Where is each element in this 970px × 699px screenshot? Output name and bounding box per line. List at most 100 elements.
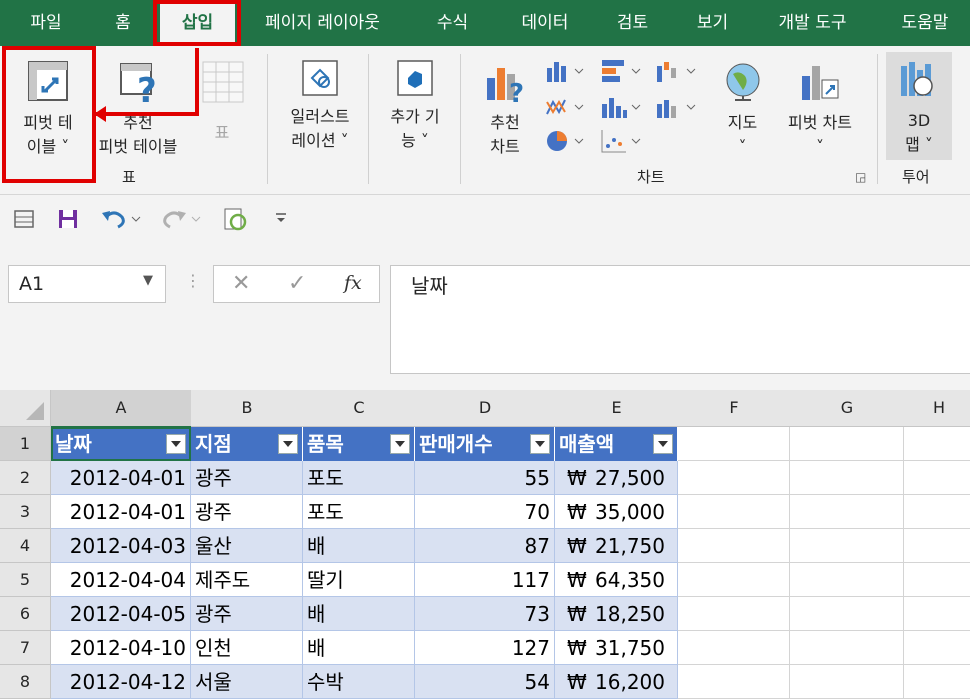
- table-cell[interactable]: ₩21,750: [555, 529, 678, 563]
- table-cell[interactable]: ₩35,000: [555, 495, 678, 529]
- table-header-cell[interactable]: 지점: [191, 427, 303, 461]
- table-cell[interactable]: 127: [415, 631, 555, 665]
- tab-developer[interactable]: 개발 도구: [755, 0, 870, 46]
- select-all-corner[interactable]: [0, 390, 51, 427]
- tab-data[interactable]: 데이터: [500, 0, 590, 46]
- recommended-charts-button[interactable]: ? 추천 차트: [470, 60, 540, 170]
- table-cell[interactable]: ₩27,500: [555, 461, 678, 495]
- column-header-g[interactable]: G: [790, 390, 905, 427]
- empty-cell[interactable]: [678, 563, 790, 597]
- table-cell[interactable]: 제주도: [191, 563, 303, 597]
- filter-dropdown-icon[interactable]: [278, 434, 298, 454]
- table-cell[interactable]: 55: [415, 461, 555, 495]
- table-cell[interactable]: ₩16,200: [555, 665, 678, 699]
- table-cell[interactable]: 딸기: [303, 563, 415, 597]
- table-cell[interactable]: 수박: [303, 665, 415, 699]
- table-cell[interactable]: 2012-04-04: [51, 563, 191, 597]
- row-header[interactable]: 2: [0, 461, 51, 495]
- table-cell[interactable]: 포도: [303, 461, 415, 495]
- worksheet-grid[interactable]: ABCDEFGH 1 날짜 지점 품목 판매개수 매출액 2 2012-04-01 광주 포도 55…: [0, 390, 970, 699]
- table-cell[interactable]: 2012-04-01: [51, 495, 191, 529]
- undo-icon[interactable]: [100, 207, 144, 231]
- empty-cell[interactable]: [678, 461, 790, 495]
- empty-cell[interactable]: [790, 427, 904, 461]
- waterfall-chart-icon[interactable]: [655, 58, 701, 84]
- column-header-e[interactable]: E: [555, 390, 679, 427]
- row-header[interactable]: 3: [0, 495, 51, 529]
- table-cell[interactable]: 54: [415, 665, 555, 699]
- table-cell[interactable]: 인천: [191, 631, 303, 665]
- empty-cell[interactable]: [790, 461, 904, 495]
- dialog-launcher-icon[interactable]: ◲: [855, 170, 866, 184]
- pivot-chart-button[interactable]: 피벗 차트 ˅: [775, 60, 865, 170]
- table-cell[interactable]: 광주: [191, 597, 303, 631]
- bar-chart-icon[interactable]: [600, 58, 646, 84]
- scatter-chart-icon[interactable]: [600, 128, 646, 154]
- tab-page-layout[interactable]: 페이지 레이아웃: [240, 0, 405, 46]
- empty-cell[interactable]: [904, 529, 970, 563]
- filter-dropdown-icon[interactable]: [390, 434, 410, 454]
- table-cell[interactable]: 서울: [191, 665, 303, 699]
- table-cell[interactable]: 2012-04-01: [51, 461, 191, 495]
- table-cell[interactable]: 포도: [303, 495, 415, 529]
- maps-button[interactable]: 지도 ˅: [715, 60, 770, 170]
- empty-cell[interactable]: [678, 529, 790, 563]
- empty-cell[interactable]: [904, 665, 970, 699]
- empty-cell[interactable]: [790, 529, 904, 563]
- column-header-c[interactable]: C: [303, 390, 416, 427]
- filter-dropdown-icon[interactable]: [530, 434, 550, 454]
- formula-input[interactable]: 날짜: [390, 265, 970, 374]
- table-cell[interactable]: ₩64,350: [555, 563, 678, 597]
- table-cell[interactable]: ₩31,750: [555, 631, 678, 665]
- illustrations-button[interactable]: 일러스트 레이션 ˅: [275, 54, 365, 164]
- name-box[interactable]: A1 ▼: [8, 265, 166, 303]
- filter-dropdown-icon[interactable]: [653, 434, 673, 454]
- table-cell[interactable]: 70: [415, 495, 555, 529]
- form-icon[interactable]: [12, 207, 36, 231]
- column-header-d[interactable]: D: [415, 390, 556, 427]
- column-header-f[interactable]: F: [678, 390, 791, 427]
- combo-chart-icon[interactable]: [655, 94, 701, 120]
- empty-cell[interactable]: [678, 427, 790, 461]
- empty-cell[interactable]: [678, 495, 790, 529]
- filter-dropdown-icon[interactable]: [166, 434, 186, 454]
- table-cell[interactable]: 2012-04-12: [51, 665, 191, 699]
- table-cell[interactable]: 배: [303, 597, 415, 631]
- empty-cell[interactable]: [678, 665, 790, 699]
- 3d-map-button[interactable]: 3D 맵 ˅: [886, 52, 952, 160]
- empty-cell[interactable]: [904, 563, 970, 597]
- table-header-cell[interactable]: 품목: [303, 427, 415, 461]
- row-header[interactable]: 7: [0, 631, 51, 665]
- tab-review[interactable]: 검토: [595, 0, 670, 46]
- chevron-down-icon[interactable]: ▼: [143, 273, 153, 288]
- table-cell[interactable]: 배: [303, 529, 415, 563]
- column-header-h[interactable]: H: [904, 390, 970, 427]
- table-cell[interactable]: 2012-04-10: [51, 631, 191, 665]
- line-chart-icon[interactable]: [545, 94, 585, 120]
- column-chart-icon[interactable]: [545, 58, 585, 84]
- table-cell[interactable]: ₩18,250: [555, 597, 678, 631]
- redo-icon[interactable]: [160, 207, 204, 231]
- table-cell[interactable]: 울산: [191, 529, 303, 563]
- row-header[interactable]: 8: [0, 665, 51, 699]
- tab-formulas[interactable]: 수식: [415, 0, 490, 46]
- row-header[interactable]: 1: [0, 427, 51, 461]
- insert-function-icon[interactable]: fx: [344, 272, 362, 294]
- empty-cell[interactable]: [904, 597, 970, 631]
- empty-cell[interactable]: [678, 631, 790, 665]
- save-icon[interactable]: [56, 207, 80, 231]
- tab-view[interactable]: 보기: [675, 0, 750, 46]
- table-cell[interactable]: 광주: [191, 461, 303, 495]
- column-header-b[interactable]: B: [191, 390, 304, 427]
- empty-cell[interactable]: [904, 495, 970, 529]
- table-header-cell[interactable]: 매출액: [555, 427, 678, 461]
- refresh-icon[interactable]: [222, 205, 250, 233]
- tab-help[interactable]: 도움말: [880, 0, 970, 46]
- empty-cell[interactable]: [904, 631, 970, 665]
- column-header-a[interactable]: A: [51, 390, 192, 428]
- customize-qat-icon[interactable]: [274, 211, 288, 225]
- row-header[interactable]: 4: [0, 529, 51, 563]
- table-cell[interactable]: 배: [303, 631, 415, 665]
- table-cell[interactable]: 2012-04-05: [51, 597, 191, 631]
- empty-cell[interactable]: [790, 597, 904, 631]
